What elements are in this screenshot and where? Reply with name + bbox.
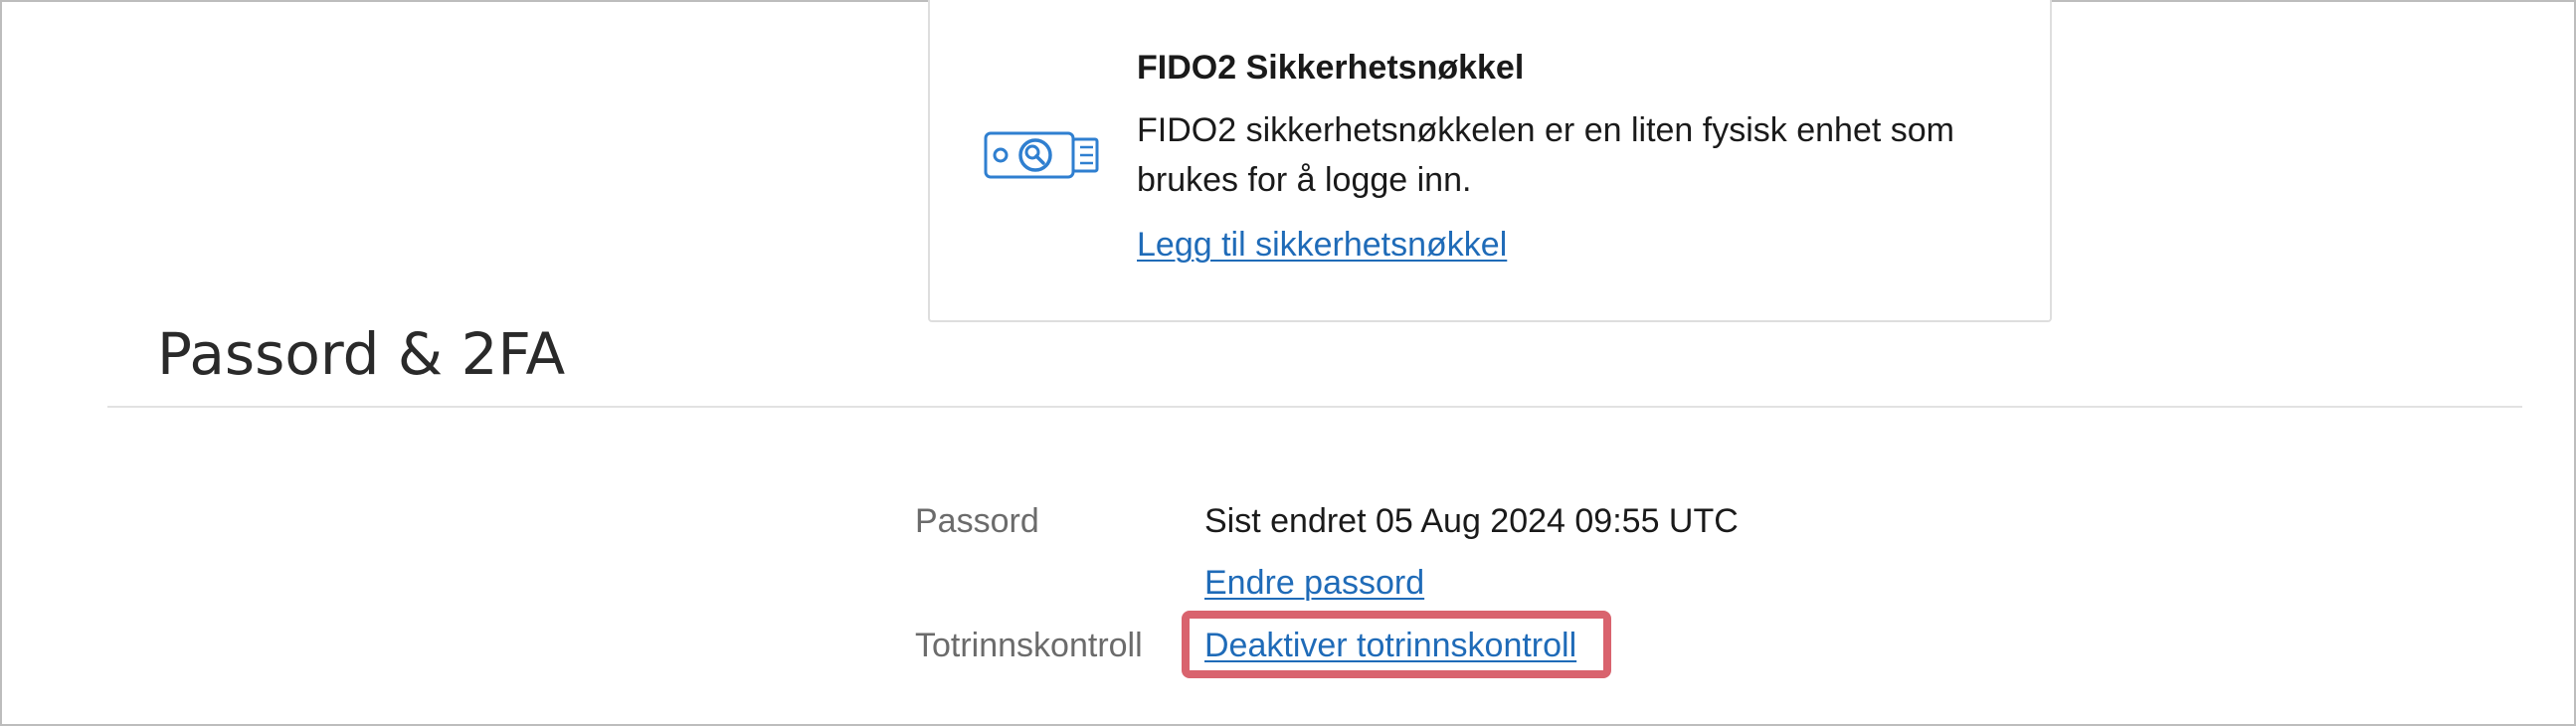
password-label: Passord [915, 502, 1039, 540]
change-password-link[interactable]: Endre passord [1204, 561, 1424, 605]
usb-security-key-icon [984, 127, 1103, 183]
section-divider [107, 406, 2522, 408]
two-factor-label: Totrinnskontroll [915, 627, 1143, 664]
add-security-key-link[interactable]: Legg til sikkerhetsnøkkel [1137, 223, 1507, 267]
fido2-security-key-card: FIDO2 Sikkerhetsnøkkel FIDO2 sikkerhetsn… [928, 0, 2052, 322]
fido2-card-description: FIDO2 sikkerhetsnøkkelen er en liten fys… [1137, 111, 1954, 199]
fido2-card-title: FIDO2 Sikkerhetsnøkkel [1137, 49, 1525, 87]
deactivate-two-factor-link[interactable]: Deaktiver totrinnskontroll [1204, 624, 1576, 667]
page-title: Passord & 2FA [157, 320, 566, 388]
password-last-changed: Sist endret 05 Aug 2024 09:55 UTC [1204, 502, 1739, 540]
